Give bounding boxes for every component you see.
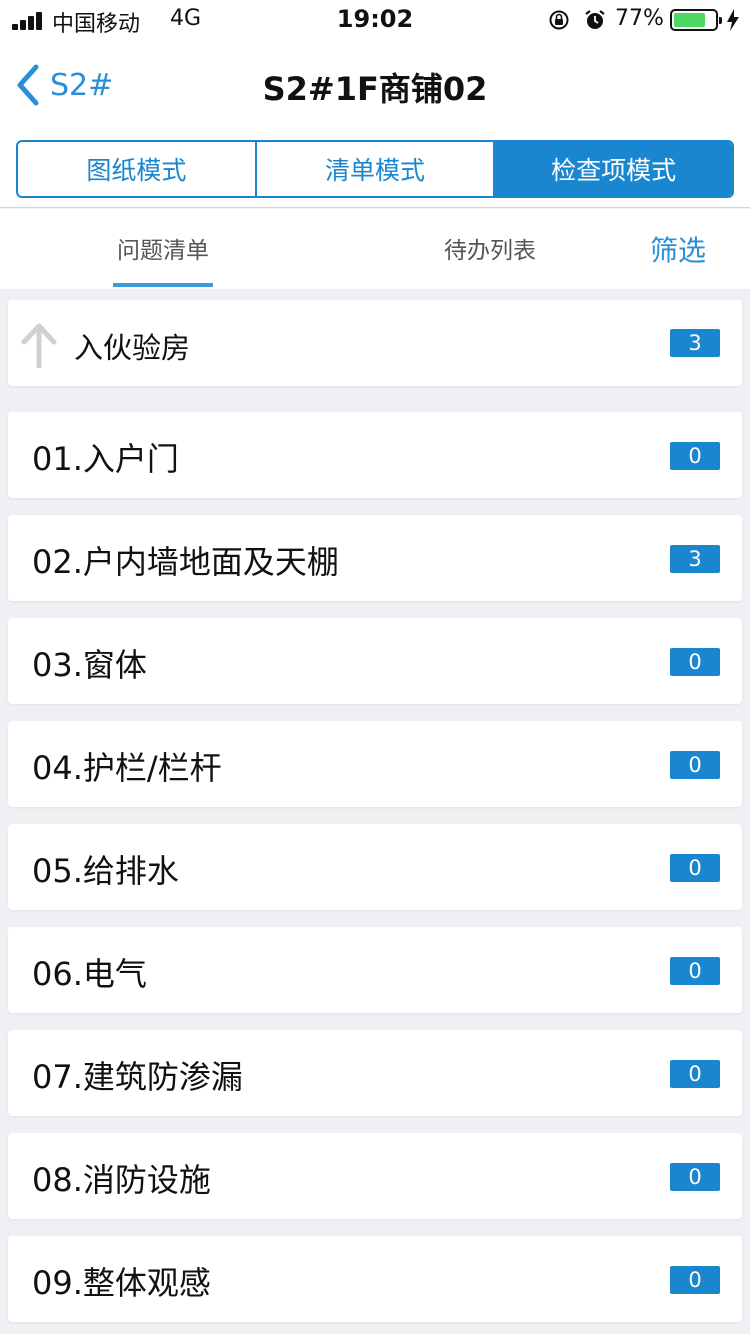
status-bar: 中国移动 4G 19:02 77%	[0, 0, 750, 40]
mode-switcher-container: 图纸模式 清单模式 检查项模式	[0, 130, 750, 208]
list-item[interactable]: 08.消防设施 0	[8, 1133, 742, 1219]
sub-tabs: 问题清单 待办列表 筛选	[0, 209, 750, 289]
list-item-label: 01.入户门	[32, 440, 179, 478]
count-badge: 0	[670, 1266, 720, 1294]
parent-count-badge: 3	[670, 329, 720, 357]
list-item-label: 08.消防设施	[32, 1161, 211, 1199]
charging-bolt-icon	[727, 9, 739, 31]
list-item-label: 04.护栏/栏杆	[32, 749, 222, 787]
list-item[interactable]: 07.建筑防渗漏 0	[8, 1030, 742, 1116]
segment-inspection-mode[interactable]: 检查项模式	[493, 142, 732, 196]
orientation-lock-icon	[549, 10, 569, 30]
active-tab-indicator	[113, 283, 213, 287]
list-item-label: 06.电气	[32, 955, 147, 993]
count-badge: 0	[670, 854, 720, 882]
page-title: S2#1F商铺02	[262, 70, 488, 108]
count-badge: 0	[670, 442, 720, 470]
list-item-label: 03.窗体	[32, 646, 147, 684]
list-item[interactable]: 05.给排水 0	[8, 824, 742, 910]
filter-button[interactable]: 筛选	[650, 229, 706, 269]
count-badge: 0	[670, 751, 720, 779]
list-item[interactable]: 04.护栏/栏杆 0	[8, 721, 742, 807]
list-item[interactable]: 01.入户门 0	[8, 412, 742, 498]
count-badge: 3	[670, 545, 720, 573]
count-badge: 0	[670, 648, 720, 676]
navigation-bar: S2# S2#1F商铺02	[0, 40, 750, 130]
parent-category-row[interactable]: 入伙验房 3	[8, 300, 742, 386]
battery-percent: 77%	[615, 6, 664, 31]
tab-todo-list[interactable]: 待办列表	[440, 231, 540, 265]
list-item-label: 05.给排水	[32, 852, 179, 890]
list-item-label: 09.整体观感	[32, 1264, 211, 1302]
count-badge: 0	[670, 1060, 720, 1088]
list-item[interactable]: 02.户内墙地面及天棚 3	[8, 515, 742, 601]
list-item[interactable]: 09.整体观感 0	[8, 1236, 742, 1322]
segment-list-mode[interactable]: 清单模式	[254, 142, 494, 196]
segment-drawing-mode[interactable]: 图纸模式	[18, 142, 255, 196]
list-item[interactable]: 06.电气 0	[8, 927, 742, 1013]
list-item-label: 02.户内墙地面及天棚	[32, 543, 339, 581]
list-item[interactable]: 03.窗体 0	[8, 618, 742, 704]
parent-category-label: 入伙验房	[74, 331, 191, 365]
mode-segmented-control: 图纸模式 清单模式 检查项模式	[16, 140, 734, 198]
tab-issue-list[interactable]: 问题清单	[113, 231, 213, 265]
count-badge: 0	[670, 1163, 720, 1191]
list-item-label: 07.建筑防渗漏	[32, 1058, 243, 1096]
arrow-up-icon	[21, 323, 57, 368]
count-badge: 0	[670, 957, 720, 985]
alarm-icon	[585, 10, 605, 29]
battery-icon	[670, 9, 722, 31]
